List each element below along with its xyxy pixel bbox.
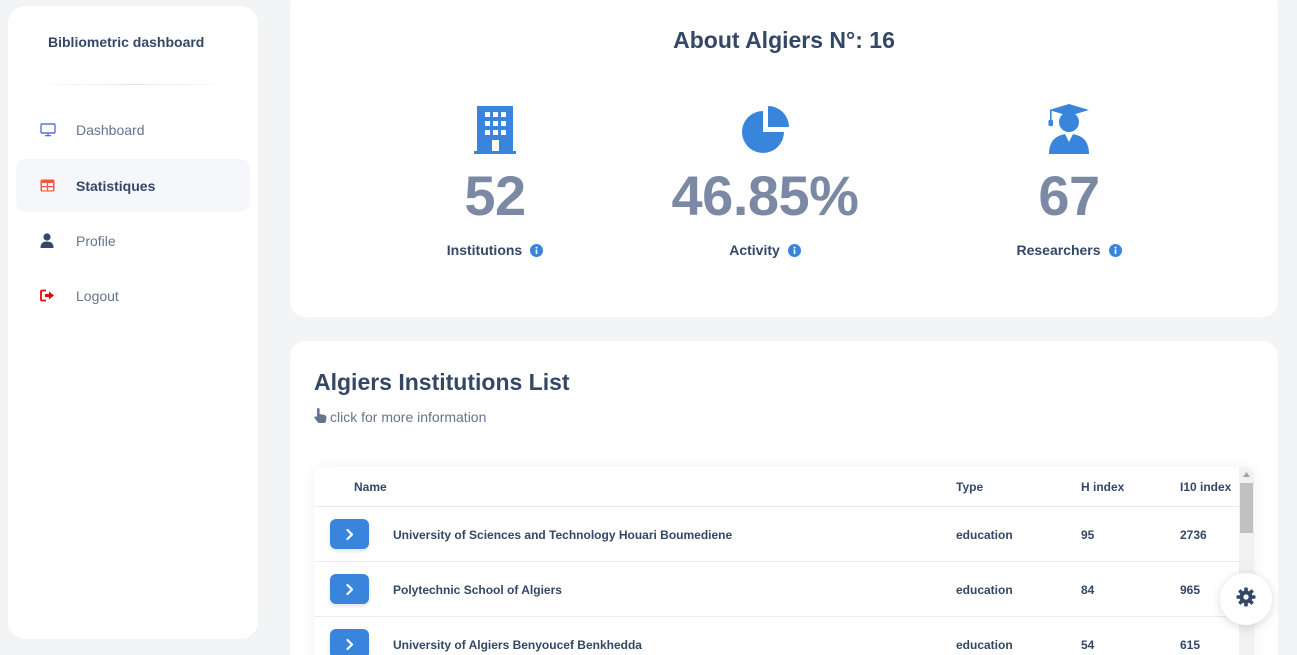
list-title: Algiers Institutions List	[314, 369, 570, 395]
about-card: About Algiers N°: 16 52 Institutions 46.…	[290, 0, 1278, 317]
stat-institutions: 52 Institutions	[345, 102, 645, 258]
scroll-up-arrow-icon[interactable]	[1239, 467, 1254, 482]
building-icon	[345, 102, 645, 154]
cell-i10-index: 965	[1180, 583, 1201, 597]
sidebar-item-label: Dashboard	[76, 121, 145, 138]
info-icon[interactable]	[530, 243, 544, 257]
sidebar-item-label: Logout	[76, 287, 119, 304]
monitor-icon	[40, 122, 64, 137]
stat-activity: 46.85% Activity	[615, 102, 915, 258]
table-row[interactable]: University of Algiers Benyoucef Benkhedd…	[314, 617, 1239, 655]
table-header: Name Type H index I10 index	[314, 467, 1239, 507]
column-header-type[interactable]: Type	[956, 480, 983, 494]
cell-name: University of Sciences and Technology Ho…	[393, 528, 733, 542]
settings-button[interactable]	[1220, 573, 1272, 625]
list-subtitle-row: click for more information	[314, 408, 486, 426]
user-icon	[40, 233, 64, 248]
institutions-card: Algiers Institutions List click for more…	[290, 341, 1278, 655]
pointer-hand-icon	[314, 408, 327, 426]
cell-name: Polytechnic School of Algiers	[393, 583, 562, 597]
cell-h-index: 84	[1081, 583, 1095, 597]
sidebar-item-profile[interactable]: Profile	[16, 214, 250, 267]
cell-i10-index: 2736	[1180, 528, 1207, 542]
stat-label: Institutions	[446, 242, 523, 258]
brand-divider	[28, 84, 238, 85]
info-icon[interactable]	[1108, 243, 1122, 257]
cell-h-index: 95	[1081, 528, 1095, 542]
chevron-right-icon	[345, 528, 353, 540]
pie-chart-icon	[615, 102, 915, 154]
logout-icon	[40, 289, 64, 302]
sidebar: Bibliometric dashboard Dashboard Statist…	[8, 6, 258, 639]
table-icon	[40, 179, 64, 192]
stat-label: Researchers	[1016, 242, 1101, 258]
info-icon[interactable]	[787, 243, 801, 257]
gear-icon	[1236, 587, 1256, 612]
scrollbar-thumb[interactable]	[1240, 483, 1253, 533]
stat-label: Activity	[729, 242, 780, 258]
expand-row-button[interactable]	[330, 519, 369, 549]
cell-type: education	[956, 638, 1013, 652]
stat-label-row: Researchers	[919, 242, 1219, 258]
cell-name: University of Algiers Benyoucef Benkhedd…	[393, 638, 642, 652]
cell-type: education	[956, 528, 1013, 542]
institutions-table: Name Type H index I10 index University o…	[314, 467, 1254, 655]
column-header-h-index[interactable]: H index	[1081, 480, 1124, 494]
cell-h-index: 54	[1081, 638, 1095, 652]
stat-value: 46.85%	[671, 164, 859, 227]
sidebar-item-dashboard[interactable]: Dashboard	[16, 103, 250, 156]
sidebar-item-logout[interactable]: Logout	[16, 269, 250, 322]
about-title: About Algiers N°: 16	[673, 27, 895, 53]
sidebar-item-label: Profile	[76, 232, 116, 249]
expand-row-button[interactable]	[330, 629, 369, 655]
list-subtitle: click for more information	[330, 409, 487, 425]
expand-row-button[interactable]	[330, 574, 369, 604]
stat-researchers: 67 Researchers	[919, 102, 1219, 258]
column-header-name[interactable]: Name	[354, 480, 387, 494]
sidebar-item-statistiques[interactable]: Statistiques	[16, 159, 250, 212]
stat-label-row: Activity	[615, 242, 915, 258]
graduate-icon	[919, 102, 1219, 154]
sidebar-item-label: Statistiques	[76, 177, 156, 194]
chevron-right-icon	[345, 583, 353, 595]
stat-value: 67	[1038, 164, 1100, 227]
stat-label-row: Institutions	[345, 242, 645, 258]
cell-type: education	[956, 583, 1013, 597]
chevron-right-icon	[345, 638, 353, 650]
table-row[interactable]: Polytechnic School of Algiers education …	[314, 562, 1239, 617]
cell-i10-index: 615	[1180, 638, 1201, 652]
column-header-i10-index[interactable]: I10 index	[1180, 480, 1231, 494]
brand-title: Bibliometric dashboard	[48, 34, 205, 50]
table-scrollbar[interactable]	[1239, 467, 1254, 655]
stat-value: 52	[464, 164, 526, 227]
table-row[interactable]: University of Sciences and Technology Ho…	[314, 507, 1239, 562]
